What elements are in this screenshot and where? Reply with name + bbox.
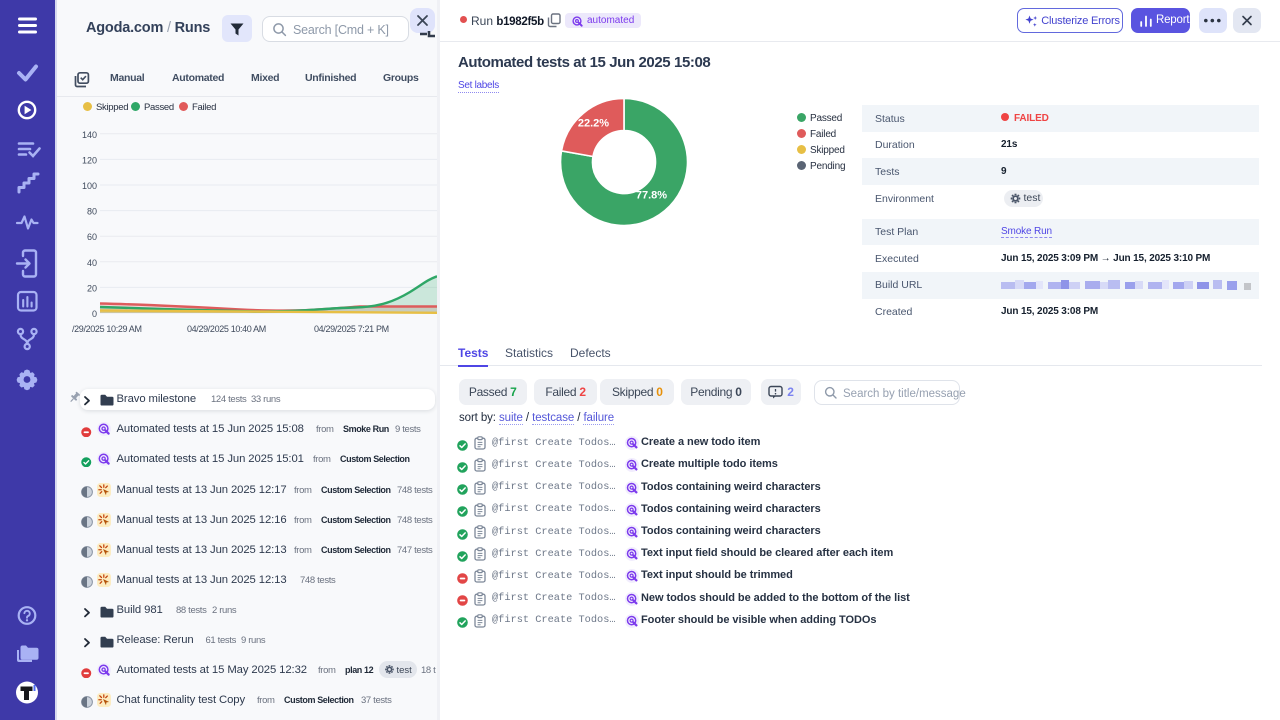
svg-text:0: 0 xyxy=(92,309,97,319)
svg-text:80: 80 xyxy=(87,207,97,217)
svg-text:120: 120 xyxy=(82,155,97,165)
svg-text:/29/2025 10:29 AM: /29/2025 10:29 AM xyxy=(72,324,142,334)
svg-text:140: 140 xyxy=(82,130,97,140)
svg-text:20: 20 xyxy=(87,283,97,293)
svg-text:04/29/2025 10:40 AM: 04/29/2025 10:40 AM xyxy=(187,324,266,334)
svg-text:100: 100 xyxy=(82,181,97,191)
svg-text:22.2%: 22.2% xyxy=(578,118,609,130)
svg-text:60: 60 xyxy=(87,232,97,242)
svg-text:40: 40 xyxy=(87,258,97,268)
svg-text:77.8%: 77.8% xyxy=(636,190,667,202)
svg-text:04/29/2025 7:21 PM: 04/29/2025 7:21 PM xyxy=(314,324,389,334)
svg-text:test: test xyxy=(397,665,413,676)
